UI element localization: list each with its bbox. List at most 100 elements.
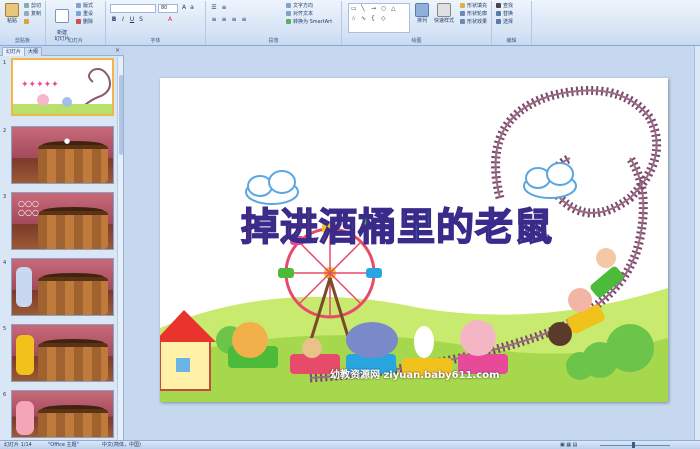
slides-panel: 幻灯片 大纲 × 1 ✦✦✦✦✦ 2 ● 3 ○○○ ○○○ 4 5 6 — [0, 46, 124, 440]
layout-icon — [76, 3, 81, 8]
arrow-icon[interactable]: → — [371, 5, 376, 12]
replace-button[interactable]: 替换 — [496, 11, 513, 18]
paste-button[interactable]: 粘贴 — [2, 3, 22, 24]
align-text-button[interactable]: 对齐文本 — [286, 11, 313, 18]
barrel — [38, 277, 108, 315]
slide-number: 6 — [3, 392, 7, 398]
align-text-icon — [286, 11, 291, 16]
justify-icon[interactable]: ≡ — [240, 16, 248, 24]
slide-thumbnail-6[interactable] — [11, 390, 114, 438]
tab-outline[interactable]: 大纲 — [24, 47, 43, 56]
star-icon[interactable]: ☆ — [351, 15, 356, 22]
slide-thumbnail-2[interactable]: ● — [11, 126, 114, 184]
slide-number: 1 — [3, 60, 7, 66]
quick-styles-icon — [437, 3, 451, 17]
barrel — [38, 343, 108, 381]
watermark-text: 幼教资源网 ziyuan.baby611.com — [330, 370, 500, 381]
slide-thumbnail-1[interactable]: ✦✦✦✦✦ — [11, 58, 114, 116]
format-painter-button[interactable] — [24, 19, 31, 26]
slide-thumbnail-5[interactable] — [11, 324, 114, 382]
copy-icon — [24, 11, 29, 16]
paragraph-group: ☰ ≡ ≡ ≡ ≡ ≡ 文字方向 对齐文本 转换为 SmartArt 段落 — [206, 1, 342, 45]
replace-icon — [496, 11, 501, 16]
shrink-font-icon[interactable]: a — [188, 4, 196, 12]
delete-slide-button[interactable]: 删除 — [76, 19, 93, 26]
font-size-combo[interactable]: 80 — [158, 4, 178, 13]
cut-button[interactable]: 剪切 — [24, 3, 41, 10]
font-color-icon[interactable]: A — [166, 16, 174, 24]
group-label: 绘图 — [411, 38, 422, 44]
title-letter: 的 — [435, 204, 476, 250]
current-slide[interactable]: 掉进酒桶里的老鼠 幼教资源网 ziyuan.baby611.com — [160, 78, 668, 402]
curve-icon[interactable]: ∿ — [361, 15, 366, 22]
text-direction-icon — [286, 3, 291, 8]
arrange-button[interactable]: 排列 — [412, 3, 432, 24]
reset-button[interactable]: 重设 — [76, 11, 93, 18]
quick-styles-button[interactable]: 快速样式 — [432, 3, 456, 24]
title-letter: 进 — [279, 204, 319, 250]
paint-bucket-icon — [460, 3, 465, 8]
scissors-icon — [24, 3, 29, 8]
title-letter: 里 — [396, 204, 437, 250]
brace-icon[interactable]: { — [371, 15, 375, 22]
effects-icon — [460, 19, 465, 24]
shape-effects-button[interactable]: 形状效果 — [460, 19, 487, 26]
cloud-icon — [523, 162, 577, 199]
slide-title[interactable]: 掉进酒桶里的老鼠 — [212, 196, 582, 251]
roller-coaster-thumb — [13, 68, 112, 114]
zoom-track — [600, 445, 670, 446]
shapes-gallery[interactable]: ▭ ╲ → ○ △ ☆ ∿ { ◇ — [348, 3, 410, 33]
numbering-icon[interactable]: ≡ — [220, 4, 228, 12]
layout-button[interactable]: 版式 — [76, 3, 93, 10]
slide-title-text: 掉进酒桶里的老鼠 — [240, 204, 553, 250]
strikethrough-icon[interactable]: S — [137, 16, 145, 24]
group-label: 剪贴板 — [14, 38, 30, 44]
align-left-icon[interactable]: ≡ — [210, 16, 218, 24]
underline-icon[interactable]: U — [128, 16, 136, 24]
language-indicator: 中文(简体，中国) — [102, 442, 141, 448]
shape-outline-button[interactable]: 形状轮廓 — [460, 11, 487, 18]
new-slide-icon — [55, 9, 69, 23]
clipboard-group: 粘贴 剪切 复制 剪贴板 — [0, 1, 46, 45]
align-right-icon[interactable]: ≡ — [230, 16, 238, 24]
delete-icon — [76, 19, 81, 24]
smartart-button[interactable]: 转换为 SmartArt — [286, 19, 332, 26]
bubbles-icon: ○○○ ○○○ — [18, 199, 39, 217]
text-direction-button[interactable]: 文字方向 — [286, 3, 313, 10]
tab-slides[interactable]: 幻灯片 — [2, 47, 26, 56]
group-label: 段落 — [268, 38, 279, 44]
close-icon[interactable]: × — [115, 47, 120, 54]
bold-icon[interactable]: B — [110, 16, 118, 24]
scrollbar-thumb[interactable] — [119, 75, 123, 155]
title-letter: 酒 — [318, 204, 358, 250]
rectangle-icon[interactable]: ▭ — [351, 5, 357, 12]
barrel — [38, 211, 108, 249]
font-name-combo[interactable] — [110, 4, 156, 13]
panel-scrollbar[interactable] — [117, 57, 123, 440]
line-icon[interactable]: ╲ — [361, 5, 365, 12]
title-letter: 桶 — [357, 204, 397, 250]
oval-icon[interactable]: ○ — [381, 5, 386, 12]
center-icon[interactable]: ≡ — [220, 16, 228, 24]
grow-font-icon[interactable]: A — [180, 4, 188, 12]
mouse-icon: ● — [64, 137, 71, 145]
paste-icon — [5, 3, 19, 17]
cursor-icon — [496, 19, 501, 24]
select-button[interactable]: 选择 — [496, 19, 513, 26]
title-letter: 掉 — [240, 204, 280, 250]
bullets-icon[interactable]: ☰ — [210, 4, 218, 12]
diamond-icon[interactable]: ◇ — [381, 15, 386, 22]
copy-button[interactable]: 复制 — [24, 11, 41, 18]
reset-icon — [76, 11, 81, 16]
triangle-icon[interactable]: △ — [391, 5, 396, 12]
canvas-scrollbar[interactable] — [694, 46, 700, 440]
find-button[interactable]: 查找 — [496, 3, 513, 10]
shape-fill-button[interactable]: 形状填充 — [460, 3, 487, 10]
italic-icon[interactable]: I — [119, 16, 127, 24]
slide-thumbnail-3[interactable]: ○○○ ○○○ — [11, 192, 114, 250]
theme-name: "Office 主题" — [48, 442, 79, 448]
slide-number: 5 — [3, 326, 7, 332]
slide-thumbnail-4[interactable] — [11, 258, 114, 316]
font-group: 80 A a B I U S A 字体 — [106, 1, 206, 45]
view-buttons[interactable]: ▣ ▦ ▤ — [560, 441, 577, 449]
